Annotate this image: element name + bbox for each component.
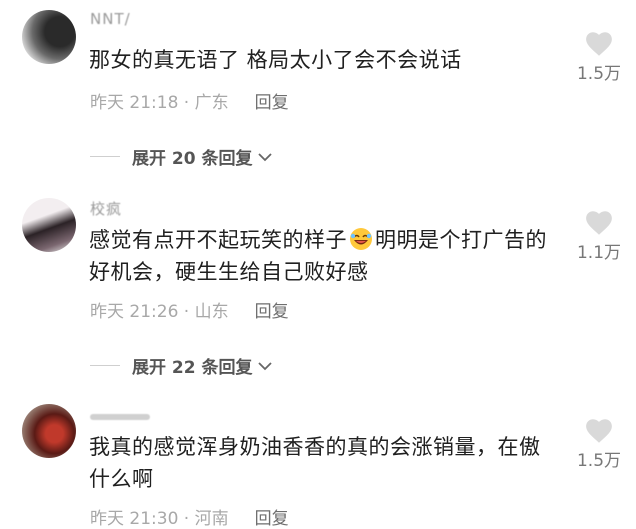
comment-text: 感觉有点开不起玩笑的样子 明明是个打广告的好机会，硬生生给自己败好感 [89, 224, 559, 288]
chevron-down-icon [257, 152, 272, 161]
like-button[interactable]: 1.5万 [568, 417, 630, 471]
comment-text-part: 感觉有点开不起玩笑的样子 [89, 228, 347, 252]
reply-button[interactable]: 回复 [255, 509, 289, 529]
heart-icon [586, 211, 612, 235]
reply-button[interactable]: 回复 [255, 302, 289, 322]
comment-meta: 昨天 21:18 · 广东 回复 [90, 88, 289, 113]
comment-time-location: 昨天 21:30 · 河南 [90, 509, 229, 529]
expand-replies-label: 展开 22 条回复 [132, 358, 253, 378]
comment-text: 那女的真无语了 格局太小了会不会说话 [89, 48, 462, 72]
divider [90, 156, 120, 157]
comment-meta: 昨天 21:26 · 山东 回复 [90, 297, 289, 322]
like-button[interactable]: 1.5万 [568, 30, 630, 84]
commenter-name[interactable]: 校疯 [90, 198, 122, 219]
expand-replies[interactable]: 展开 22 条回复 [90, 353, 273, 378]
heart-icon [586, 419, 612, 443]
heart-icon [586, 32, 612, 56]
commenter-name[interactable]: NNT/ [90, 10, 131, 28]
avatar[interactable] [22, 404, 76, 458]
like-count: 1.1万 [576, 243, 622, 263]
avatar[interactable] [22, 10, 76, 64]
expand-replies-label: 展开 20 条回复 [132, 149, 253, 169]
like-count: 1.5万 [576, 64, 622, 84]
expand-replies[interactable]: 展开 20 条回复 [90, 144, 273, 169]
chevron-down-icon [257, 361, 272, 370]
divider [90, 365, 120, 366]
reply-button[interactable]: 回复 [255, 93, 289, 113]
like-button[interactable]: 1.1万 [568, 209, 630, 263]
comment-meta: 昨天 21:30 · 河南 回复 [90, 504, 289, 529]
commenter-name[interactable] [90, 414, 150, 420]
comment-text: 我真的感觉浑身奶油香香的真的会涨销量，在傲什么啊 [89, 435, 541, 491]
laughing-emoji-icon [350, 228, 372, 250]
avatar[interactable] [22, 198, 76, 252]
comment-time-location: 昨天 21:18 · 广东 [90, 93, 229, 113]
like-count: 1.5万 [576, 451, 622, 471]
comment-time-location: 昨天 21:26 · 山东 [90, 302, 229, 322]
